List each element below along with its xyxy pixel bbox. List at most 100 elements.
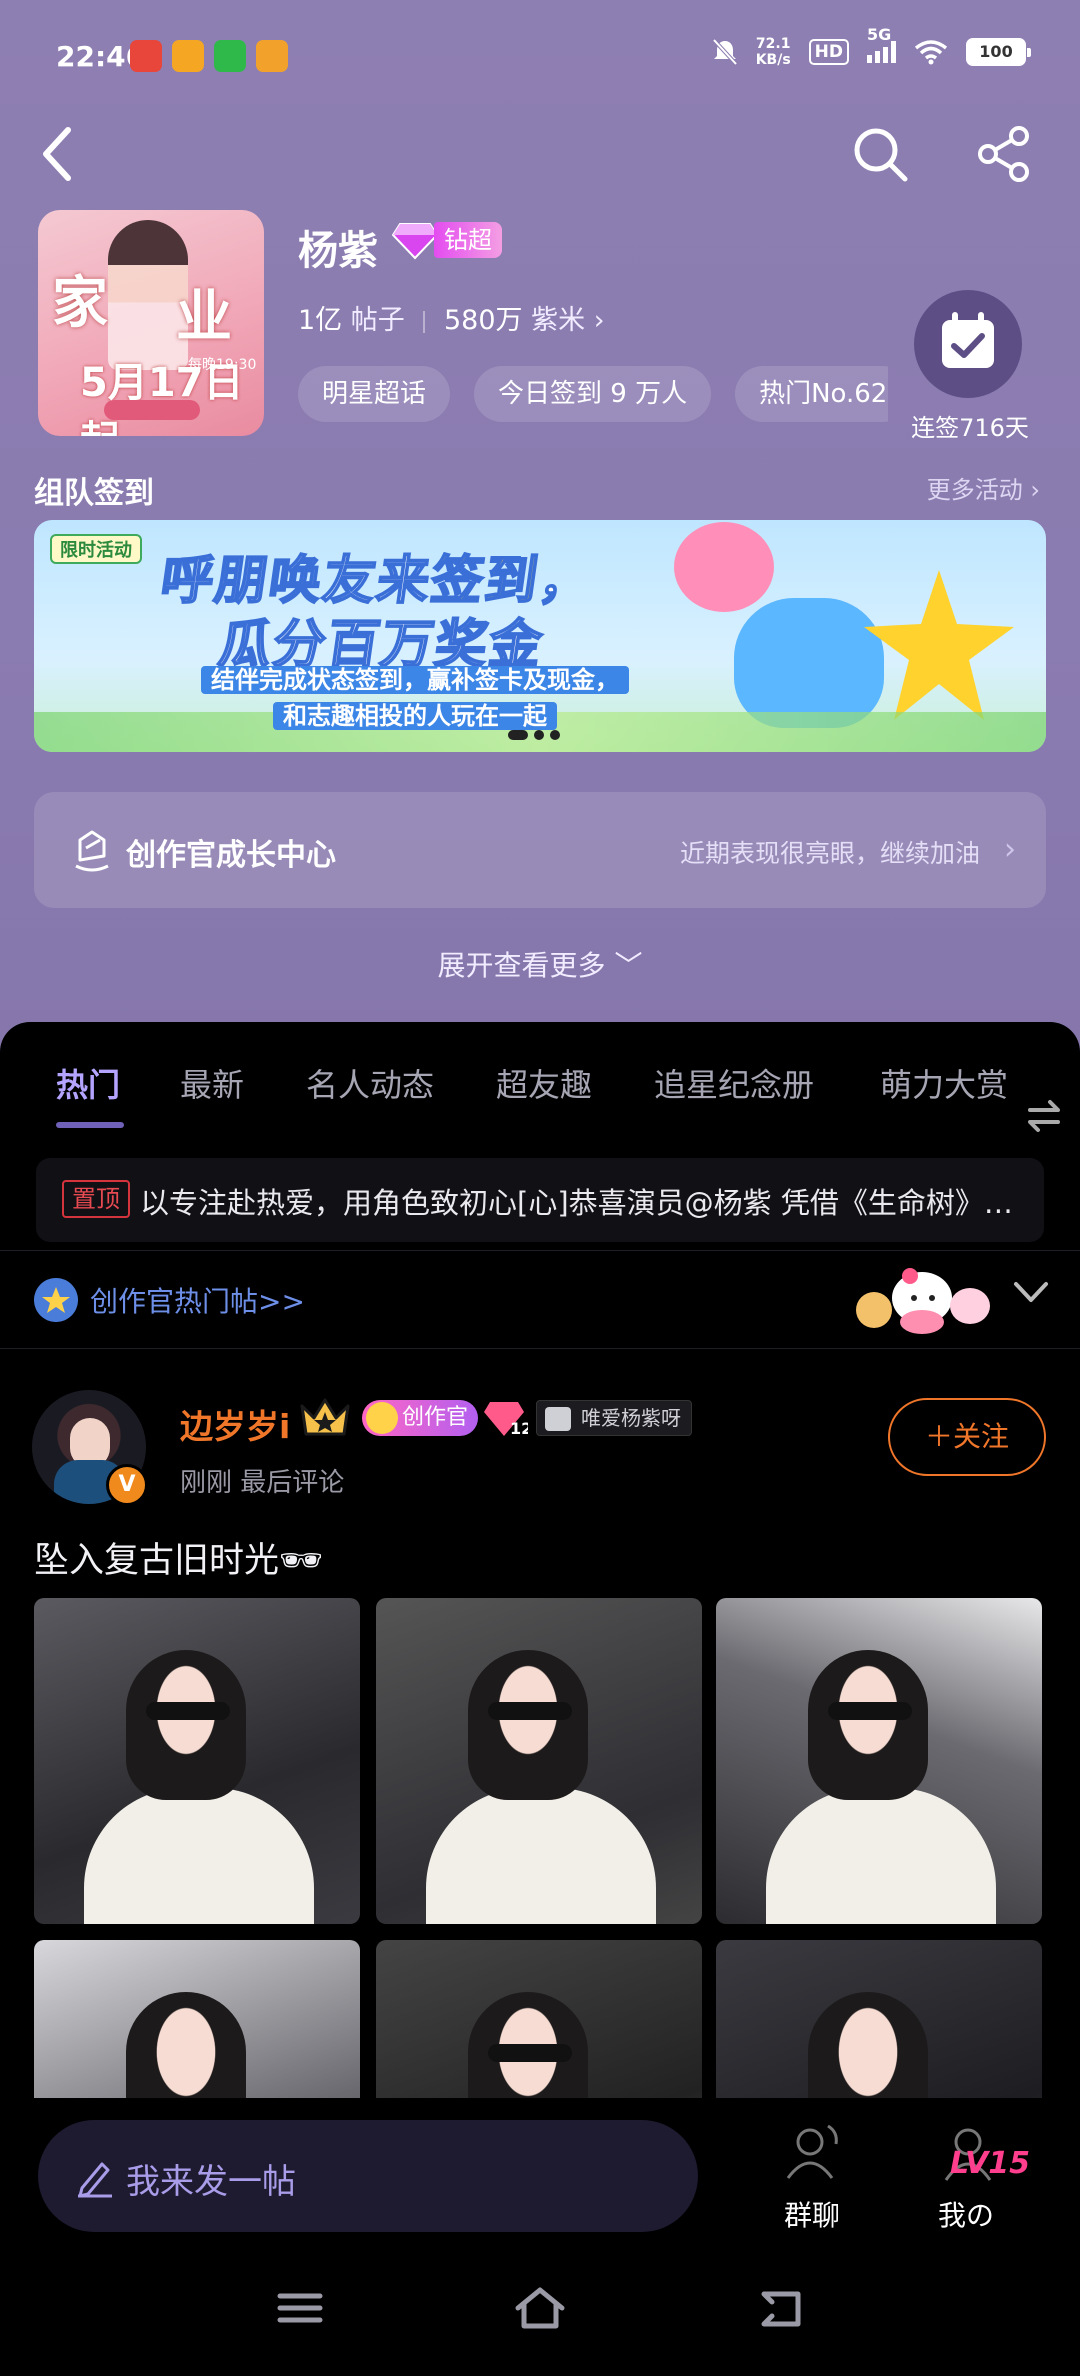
share-icon[interactable] xyxy=(974,124,1034,184)
growth-center-hint: 近期表现很亮眼，继续加油 xyxy=(679,839,980,868)
topic-chips: 明星超话 今日签到 9 万人 热门No.62 xyxy=(298,366,888,422)
topic-header-panel: 22:46 72.1 KB/s HD 5G 100 家 业 5月17日 每晚19… xyxy=(0,0,1080,1060)
creator-growth-center[interactable]: 创作官成长中心 近期表现很亮眼，继续加油 › xyxy=(34,792,1046,908)
back-nav-icon[interactable] xyxy=(750,2278,810,2338)
chip-hot-rank[interactable]: 热门No.62 xyxy=(735,366,888,422)
net-speed-value: 72.1 xyxy=(755,36,791,52)
team-checkin-title: 组队签到 xyxy=(34,476,154,511)
pager-dot xyxy=(550,730,560,740)
divider xyxy=(0,1250,1080,1251)
signal-label: 5G xyxy=(867,25,892,44)
compose-post-label: 我来发一帖 xyxy=(126,2162,296,2202)
hello-kitty-sticker-icon xyxy=(856,1268,990,1334)
banner-subtitle-2: 和志趣相投的人玩在一起 xyxy=(273,702,557,730)
group-chat-label[interactable]: 群聊 xyxy=(752,2194,872,2234)
switch-arrows-icon xyxy=(1028,1100,1060,1132)
post-image-1[interactable] xyxy=(34,1598,360,1924)
pager-dot-active xyxy=(508,730,528,740)
back-icon[interactable] xyxy=(38,124,78,184)
fan-group-badge: 唯爱杨紫呀 xyxy=(536,1400,692,1436)
search-icon[interactable] xyxy=(850,124,910,184)
topic-name: 杨紫 xyxy=(298,228,378,274)
chip-checkin-today[interactable]: 今日签到 9 万人 xyxy=(474,366,712,422)
tab-switch-icon[interactable] xyxy=(1022,1096,1066,1136)
weibo-icon xyxy=(172,40,204,72)
posts-label: 帖子 xyxy=(350,305,405,336)
growth-center-label: 创作官成长中心 xyxy=(126,838,336,873)
feed-tabs: 热门 最新 名人动态 超友趣 追星纪念册 萌力大赏 xyxy=(0,1060,1080,1136)
battery-icon: 100 xyxy=(966,38,1031,66)
cover-title-2: 业 xyxy=(176,284,232,350)
banner-subtitle-1: 结伴完成状态签到，赢补签卡及现金， xyxy=(201,666,629,694)
checkin-streak: 连签716天 xyxy=(911,414,1029,442)
divider xyxy=(0,1348,1080,1349)
group-chat-icon[interactable] xyxy=(778,2118,848,2188)
cover-title-1: 家 xyxy=(52,270,108,336)
calendar-check-icon xyxy=(942,312,994,368)
more-activities-link[interactable]: 更多活动 › xyxy=(927,470,1040,505)
tab-latest[interactable]: 最新 xyxy=(180,1060,244,1106)
post-username[interactable]: 边岁岁i xyxy=(180,1400,290,1448)
topic-cover-image[interactable]: 家 业 5月17日起 每晚19:30 xyxy=(38,210,264,436)
fan-level-icon: 12 xyxy=(484,1402,528,1438)
level-tag: 钻超 xyxy=(434,222,502,258)
stats-divider xyxy=(423,310,426,333)
cover-logo-bar xyxy=(104,400,200,420)
net-speed-unit: KB/s xyxy=(755,52,791,68)
app-icon-1 xyxy=(130,40,162,72)
pinned-text: 以专注赴热爱，用角色致初心[心]恭喜演员@杨紫 凭借《生命树》获得第30届上海电… xyxy=(140,1186,1020,1220)
topic-stats[interactable]: 1亿 帖子 580万 紫米 › xyxy=(298,298,605,337)
star-badge-icon xyxy=(34,1278,78,1322)
pinned-post[interactable]: 置顶 以专注赴热爱，用角色致初心[心]恭喜演员@杨紫 凭借《生命树》获得第30届… xyxy=(36,1158,1044,1242)
balloon-illustration xyxy=(674,522,774,612)
signal-icon: 5G xyxy=(867,25,896,63)
post-meta: 刚刚 最后评论 xyxy=(180,1468,345,1498)
banner-subtitle: 结伴完成状态签到，赢补签卡及现金， 和志趣相投的人玩在一起 xyxy=(170,662,660,734)
verified-badge: V xyxy=(106,1464,148,1506)
tab-memory-album[interactable]: 追星纪念册 xyxy=(654,1060,814,1106)
post-title[interactable]: 坠入复古旧时光🕶 xyxy=(34,1532,323,1583)
tab-cute-awards[interactable]: 萌力大赏 xyxy=(880,1060,1008,1106)
chip-star-topic[interactable]: 明星超话 xyxy=(298,366,451,422)
chevron-right-icon: › xyxy=(593,305,605,336)
mute-bell-icon xyxy=(712,38,738,66)
iqiyi-icon xyxy=(214,40,246,72)
pinned-tag: 置顶 xyxy=(62,1180,130,1218)
me-label[interactable]: 我の xyxy=(906,2194,1026,2234)
tab-indicator xyxy=(56,1122,124,1128)
chevron-right-icon: › xyxy=(1004,832,1016,867)
post-image-2[interactable] xyxy=(376,1598,702,1924)
wifi-icon xyxy=(914,40,948,65)
heart-mascot-illustration xyxy=(734,598,884,728)
creator-hot-posts-link[interactable]: 创作官热门帖>> xyxy=(90,1280,305,1320)
user-level-badge: LV15 xyxy=(950,2146,1030,2181)
activity-banner[interactable]: 限时活动 呼朋唤友来签到， 瓜分百万奖金 结伴完成状态签到，赢补签卡及现金， 和… xyxy=(34,520,1046,752)
compose-post-button[interactable]: 我来发一帖 xyxy=(38,2120,698,2232)
bottom-bar: 我来发一帖 群聊 LV15 我の xyxy=(0,2098,1080,2376)
pen-icon xyxy=(78,2162,112,2198)
checkin-button[interactable] xyxy=(914,290,1022,398)
net-speed: 72.1 KB/s xyxy=(756,36,791,68)
status-right: 72.1 KB/s HD 5G 100 xyxy=(712,25,1031,68)
chevron-down-icon[interactable] xyxy=(1010,1272,1052,1312)
home-icon[interactable] xyxy=(510,2278,570,2338)
more-activities-label: 更多活动 xyxy=(926,476,1023,504)
cover-airtime: 每晚19:30 xyxy=(188,357,257,373)
diamond-icon xyxy=(392,223,438,260)
video-app-icon xyxy=(256,40,288,72)
chevron-right-icon: › xyxy=(1030,476,1040,504)
follow-button[interactable]: ＋关注 xyxy=(888,1398,1046,1476)
fan-level-value: 12 xyxy=(510,1419,528,1438)
creator-badge-icon xyxy=(75,830,109,872)
banner-pager xyxy=(508,730,560,740)
post-image-3[interactable] xyxy=(716,1598,1042,1924)
tab-celebrity[interactable]: 名人动态 xyxy=(306,1060,434,1106)
menu-icon[interactable] xyxy=(270,2278,330,2338)
tab-hot[interactable]: 热门 xyxy=(56,1060,120,1106)
tab-fan-fun[interactable]: 超友趣 xyxy=(496,1060,592,1106)
fans-label: 紫米 xyxy=(531,305,586,336)
limited-time-tag: 限时活动 xyxy=(50,534,142,564)
posts-count: 1亿 xyxy=(298,305,343,336)
status-bar: 22:46 72.1 KB/s HD 5G 100 xyxy=(0,0,1080,110)
expand-more-button[interactable]: 展开查看更多 ﹀ xyxy=(0,944,1080,984)
